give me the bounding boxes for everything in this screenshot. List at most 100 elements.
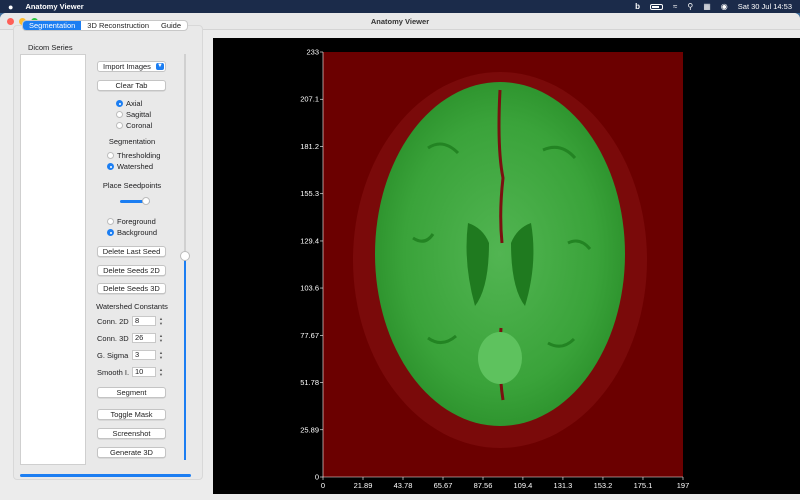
x-tick-label: 153.2 [594,481,613,490]
x-tick-label: 0 [321,481,325,490]
plot-area [323,52,683,477]
smooth-iterations-field[interactable]: 10 [132,367,156,377]
apple-menu-icon[interactable]: ● [8,2,13,12]
conn-2d-label: Conn. 2D [97,316,129,326]
gaussian-sigma-field[interactable]: 3 [132,350,156,360]
dicom-series-label: Dicom Series [28,43,73,52]
conn-3d-stepper[interactable]: ▲ ▼ [158,333,164,343]
gaussian-sigma-row: G. Sigma 3 ▲ ▼ [97,350,164,360]
y-tick-label: 155.3 [300,189,319,198]
gaussian-sigma-stepper[interactable]: ▲ ▼ [158,350,164,360]
siri-icon[interactable]: ◉ [721,2,728,11]
slider-fill [184,254,186,460]
x-ticks: 0 21.89 43.78 65.67 87.56 109.4 131.3 153.2 175.… [321,477,689,490]
tab-guide[interactable]: Guide [155,21,187,30]
y-tick-label: 103.6 [300,284,319,293]
x-tick-label: 87.56 [474,481,493,490]
radio-indicator [116,122,123,129]
conn-2d-row: Conn. 2D 8 ▲ ▼ [97,316,164,326]
control-center-icon[interactable]: ▦ [703,2,711,11]
midbrain-region [478,332,522,384]
delete-last-seed-button[interactable]: Delete Last Seed [97,246,166,257]
segmentation-heading: Segmentation [108,137,156,146]
x-tick-label: 109.4 [514,481,533,490]
clear-tab-button[interactable]: Clear Tab [97,80,166,91]
seedpoint-slider[interactable] [120,197,150,205]
conn-2d-field[interactable]: 8 [132,316,156,326]
y-tick-label: 0 [315,473,319,482]
screenshot-button[interactable]: Screenshot [97,428,166,439]
watershed-constants-heading: Watershed Constants [96,302,168,311]
wifi-icon[interactable]: ≈ [673,2,677,11]
menu-bar: ● Anatomy Viewer b ≈ ⚲ ▦ ◉ Sat 30 Jul 14… [0,0,800,13]
x-tick-label: 197 [677,481,690,490]
x-tick-label: 131.3 [554,481,573,490]
radio-watershed[interactable]: Watershed [107,162,153,171]
generate-3d-button[interactable]: Generate 3D [97,447,166,458]
clock[interactable]: Sat 30 Jul 14:53 [738,2,792,11]
radio-indicator [107,152,114,159]
conn-3d-row: Conn. 3D 26 ▲ ▼ [97,333,164,343]
image-viewer[interactable]: 0 25.89 51.78 77.67 103.6 129.4 155.3 181.2 207.… [213,38,800,494]
tab-3d-reconstruction[interactable]: 3D Reconstruction [81,21,155,30]
y-tick-label: 233 [306,48,319,57]
radio-label: Sagittal [126,110,152,119]
conn-2d-stepper[interactable]: ▲ ▼ [158,316,164,326]
smooth-iterations-row: Smooth I. 10 ▲ ▼ [97,367,164,377]
conn-3d-label: Conn. 3D [97,333,129,343]
x-tick-label: 43.78 [394,481,413,490]
radio-label: Coronal [126,121,153,130]
smooth-iterations-stepper[interactable]: ▲ ▼ [158,367,164,377]
y-tick-label: 181.2 [300,142,319,151]
delete-seeds-2d-button[interactable]: Delete Seeds 2D [97,265,166,276]
progress-bar [20,474,191,477]
radio-indicator [107,229,114,236]
slider-knob[interactable] [180,251,190,261]
x-tick-label: 175.1 [634,481,653,490]
import-images-dropdown[interactable]: Import Images ▼ [97,61,166,72]
radio-sagittal[interactable]: Sagittal [116,110,151,119]
status-area: b ≈ ⚲ ▦ ◉ Sat 30 Jul 14:53 [635,2,792,11]
radio-indicator [116,100,123,107]
close-window-button[interactable] [7,18,14,25]
y-tick-label: 25.89 [300,425,319,434]
seedpoints-heading: Place Seedpoints [102,181,162,190]
y-tick-label: 77.67 [300,331,319,340]
x-tick-label: 21.89 [354,481,373,490]
radio-label: Axial [126,99,143,108]
radio-thresholding[interactable]: Thresholding [107,151,160,160]
radio-axial[interactable]: Axial [116,99,142,108]
x-tick-label: 65.67 [434,481,453,490]
segment-button[interactable]: Segment [97,387,166,398]
search-icon[interactable]: ⚲ [687,2,693,11]
gaussian-sigma-label: G. Sigma [97,350,129,360]
menu-app-name[interactable]: Anatomy Viewer [25,2,83,11]
radio-foreground[interactable]: Foreground [107,217,156,226]
y-tick-label: 129.4 [300,236,319,245]
slice-slider[interactable] [180,54,190,460]
radio-indicator [107,163,114,170]
conn-3d-field[interactable]: 26 [132,333,156,343]
radio-label: Background [117,228,158,237]
radio-label: Watershed [117,162,153,171]
y-tick-label: 51.78 [300,378,319,387]
slider-knob[interactable] [142,197,150,205]
tab-bar: Segmentation 3D Reconstruction Guide [22,20,189,31]
toggle-mask-button[interactable]: Toggle Mask [97,409,166,420]
y-ticks: 0 25.89 51.78 77.67 103.6 129.4 155.3 181.2 207.… [300,48,323,482]
y-tick-label: 207.1 [300,95,319,104]
tab-segmentation[interactable]: Segmentation [23,21,82,30]
window-title: Anatomy Viewer [370,16,430,26]
radio-background[interactable]: Background [107,228,157,237]
radio-coronal[interactable]: Coronal [116,121,152,130]
import-images-label: Import Images [103,62,151,71]
smooth-iterations-label: Smooth I. [97,367,130,377]
radio-label: Foreground [117,217,156,226]
bing-icon[interactable]: b [635,2,640,11]
chevron-down-icon: ▼ [156,63,164,70]
delete-seeds-3d-button[interactable]: Delete Seeds 3D [97,283,166,294]
dicom-series-list[interactable] [20,54,86,465]
radio-indicator [116,111,123,118]
segmentation-plot[interactable]: 0 25.89 51.78 77.67 103.6 129.4 155.3 181.2 207.… [213,38,800,494]
battery-icon[interactable] [649,3,663,10]
